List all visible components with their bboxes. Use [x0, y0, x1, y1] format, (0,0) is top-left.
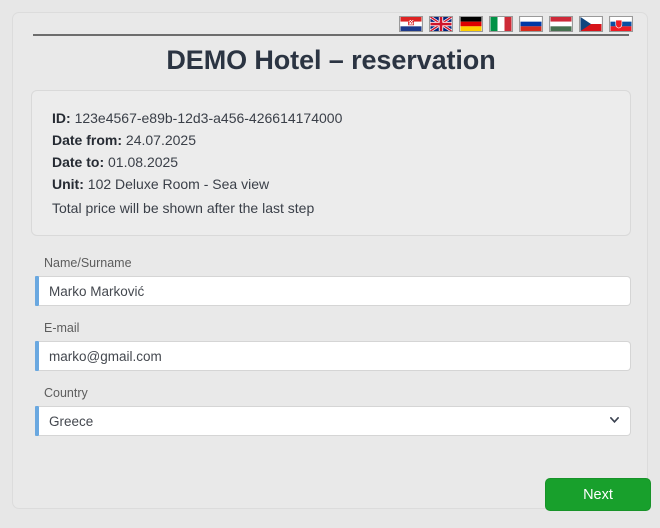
- country-control: Greece: [31, 406, 631, 436]
- reservation-page: DEMO Hotel – reservation ID: 123e4567-e8…: [0, 0, 660, 528]
- field-email: E-mail: [31, 321, 631, 371]
- reservation-card: DEMO Hotel – reservation ID: 123e4567-e8…: [12, 12, 648, 509]
- field-name: Name/Surname: [31, 256, 631, 306]
- reservation-id-value: 123e4567-e89b-12d3-a456-426614174000: [75, 110, 343, 126]
- price-note: Total price will be shown after the last…: [52, 197, 610, 219]
- next-button[interactable]: Next: [545, 478, 651, 511]
- unit-row: Unit: 102 Deluxe Room - Sea view: [52, 173, 610, 195]
- date-from-value: 24.07.2025: [126, 132, 196, 148]
- flag-uk-icon[interactable]: [429, 16, 453, 32]
- flag-hungary-icon[interactable]: [549, 16, 573, 32]
- email-label: E-mail: [44, 321, 631, 335]
- flag-czechia-icon[interactable]: [579, 16, 603, 32]
- name-control: [31, 276, 631, 306]
- flag-germany-icon[interactable]: [459, 16, 483, 32]
- unit-label: Unit:: [52, 176, 84, 192]
- flag-italy-icon[interactable]: [489, 16, 513, 32]
- field-country: Country Greece: [31, 386, 631, 436]
- flag-slovakia-icon[interactable]: [609, 16, 633, 32]
- reservation-id-label: ID:: [52, 110, 71, 126]
- email-input[interactable]: [39, 341, 631, 371]
- flag-russia-icon[interactable]: [519, 16, 543, 32]
- header-divider: [33, 34, 629, 36]
- unit-value: 102 Deluxe Room - Sea view: [88, 176, 269, 192]
- page-title: DEMO Hotel – reservation: [13, 45, 649, 76]
- email-control: [31, 341, 631, 371]
- country-select[interactable]: Greece: [39, 406, 631, 436]
- date-to-row: Date to: 01.08.2025: [52, 151, 610, 173]
- date-from-row: Date from: 24.07.2025: [52, 129, 610, 151]
- name-input[interactable]: [39, 276, 631, 306]
- name-label: Name/Surname: [44, 256, 631, 270]
- reservation-info-panel: ID: 123e4567-e89b-12d3-a456-426614174000…: [31, 90, 631, 236]
- reservation-id-row: ID: 123e4567-e89b-12d3-a456-426614174000: [52, 107, 610, 129]
- language-flag-bar: [399, 16, 633, 32]
- guest-form: Name/Surname E-mail Country Gre: [31, 256, 631, 451]
- date-to-value: 01.08.2025: [108, 154, 178, 170]
- country-label: Country: [44, 386, 631, 400]
- date-from-label: Date from:: [52, 132, 122, 148]
- flag-croatia-icon[interactable]: [399, 16, 423, 32]
- date-to-label: Date to:: [52, 154, 104, 170]
